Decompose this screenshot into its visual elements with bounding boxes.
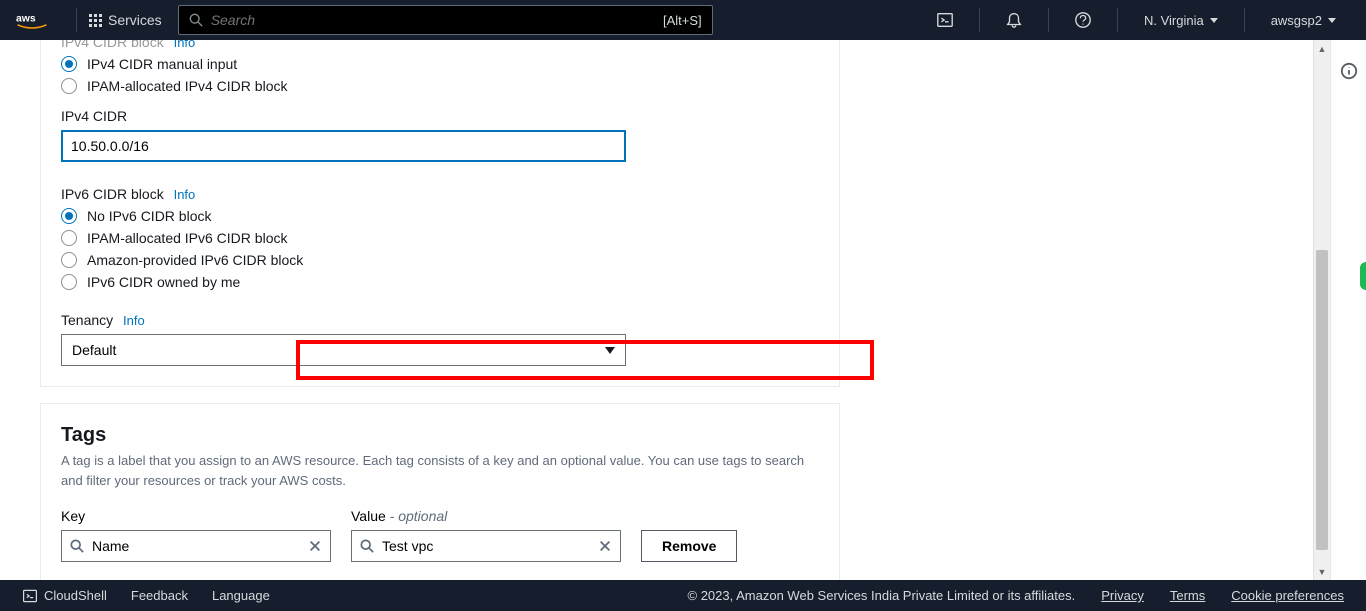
clear-icon[interactable] xyxy=(598,539,612,553)
ipv4-cidr-input[interactable] xyxy=(61,130,626,162)
ipv4-ipam-radio[interactable]: IPAM-allocated IPv4 CIDR block xyxy=(61,78,819,94)
ipv6-block-label: IPv6 CIDR block Info xyxy=(61,186,819,202)
divider xyxy=(76,8,77,32)
search-icon xyxy=(189,13,203,27)
ipv6-none-radio[interactable]: No IPv6 CIDR block xyxy=(61,208,819,224)
privacy-link[interactable]: Privacy xyxy=(1101,588,1144,603)
divider xyxy=(1117,8,1118,32)
radio-label: Amazon-provided IPv6 CIDR block xyxy=(87,252,303,268)
main-area: IPv4 CIDR block Info IPv4 CIDR manual in… xyxy=(0,40,1366,580)
top-nav: aws Services [Alt+S] N. Virginia awsgsp2 xyxy=(0,0,1366,40)
region-label: N. Virginia xyxy=(1144,13,1204,28)
scroll-down-icon[interactable]: ▼ xyxy=(1314,563,1330,580)
region-selector[interactable]: N. Virginia xyxy=(1130,13,1232,28)
vpc-settings-panel: IPv4 CIDR block Info IPv4 CIDR manual in… xyxy=(40,40,840,387)
radio-icon xyxy=(61,78,77,94)
ipv4-cidr-label: IPv4 CIDR xyxy=(61,108,819,124)
language-link[interactable]: Language xyxy=(212,588,270,603)
radio-label: No IPv6 CIDR block xyxy=(87,208,211,224)
tags-title: Tags xyxy=(61,424,819,447)
radio-icon xyxy=(61,230,77,246)
tag-key-input[interactable] xyxy=(92,538,308,554)
tag-value-input[interactable] xyxy=(382,538,598,554)
ipv4-block-label: IPv4 CIDR block Info xyxy=(61,40,819,50)
chevron-down-icon xyxy=(605,347,615,354)
help-panel-collapsed[interactable] xyxy=(1330,40,1366,580)
grid-icon xyxy=(89,14,102,27)
chevron-down-icon xyxy=(1210,18,1218,23)
notifications-button[interactable] xyxy=(992,0,1036,40)
svg-text:aws: aws xyxy=(16,14,36,25)
cloudshell-link[interactable]: CloudShell xyxy=(22,588,107,604)
tag-key-label: Key xyxy=(61,508,331,524)
ipv6-amazon-radio[interactable]: Amazon-provided IPv6 CIDR block xyxy=(61,252,819,268)
help-button[interactable] xyxy=(1061,0,1105,40)
search-icon xyxy=(360,539,374,553)
cookies-link[interactable]: Cookie preferences xyxy=(1231,588,1344,603)
user-menu[interactable]: awsgsp2 xyxy=(1257,13,1350,28)
divider xyxy=(1244,8,1245,32)
search-shortcut: [Alt+S] xyxy=(663,13,702,28)
feedback-link[interactable]: Feedback xyxy=(131,588,188,603)
services-button[interactable]: Services xyxy=(89,12,162,28)
divider xyxy=(1048,8,1049,32)
tenancy-select[interactable]: Default xyxy=(61,334,626,366)
info-link[interactable]: Info xyxy=(174,187,196,202)
radio-icon xyxy=(61,56,77,72)
radio-label: IPAM-allocated IPv4 CIDR block xyxy=(87,78,287,94)
user-label: awsgsp2 xyxy=(1271,13,1322,28)
scroll-thumb[interactable] xyxy=(1316,250,1328,550)
radio-icon xyxy=(61,274,77,290)
radio-label: IPAM-allocated IPv6 CIDR block xyxy=(87,230,287,246)
info-icon xyxy=(1340,62,1358,80)
search-icon xyxy=(70,539,84,553)
ipv6-owned-radio[interactable]: IPv6 CIDR owned by me xyxy=(61,274,819,290)
search-input[interactable] xyxy=(211,12,663,28)
clear-icon[interactable] xyxy=(308,539,322,553)
tenancy-label: Tenancy Info xyxy=(61,312,819,328)
remove-tag-button[interactable]: Remove xyxy=(641,530,737,562)
tag-key-input-wrap[interactable] xyxy=(61,530,331,562)
aws-logo[interactable]: aws xyxy=(16,10,48,30)
footer: CloudShell Feedback Language © 2023, Ama… xyxy=(0,580,1366,611)
tags-panel: Tags A tag is a label that you assign to… xyxy=(40,403,840,580)
chevron-down-icon xyxy=(1328,18,1336,23)
info-link[interactable]: Info xyxy=(174,40,196,50)
ipv6-ipam-radio[interactable]: IPAM-allocated IPv6 CIDR block xyxy=(61,230,819,246)
divider xyxy=(979,8,980,32)
tenancy-value: Default xyxy=(72,342,116,358)
feedback-tab[interactable] xyxy=(1360,262,1366,290)
tag-value-input-wrap[interactable] xyxy=(351,530,621,562)
cloudshell-icon-button[interactable] xyxy=(923,0,967,40)
radio-icon xyxy=(61,208,77,224)
services-label: Services xyxy=(108,12,162,28)
radio-label: IPv4 CIDR manual input xyxy=(87,56,237,72)
vertical-scrollbar[interactable]: ▲ ▼ xyxy=(1313,40,1330,580)
copyright: © 2023, Amazon Web Services India Privat… xyxy=(688,588,1076,603)
radio-icon xyxy=(61,252,77,268)
radio-label: IPv6 CIDR owned by me xyxy=(87,274,240,290)
info-link[interactable]: Info xyxy=(123,313,145,328)
tags-desc: A tag is a label that you assign to an A… xyxy=(61,451,819,490)
terms-link[interactable]: Terms xyxy=(1170,588,1205,603)
ipv4-manual-radio[interactable]: IPv4 CIDR manual input xyxy=(61,56,819,72)
tag-value-label: Value - optional xyxy=(351,508,621,524)
search-box[interactable]: [Alt+S] xyxy=(178,5,713,35)
scroll-up-icon[interactable]: ▲ xyxy=(1314,40,1330,57)
